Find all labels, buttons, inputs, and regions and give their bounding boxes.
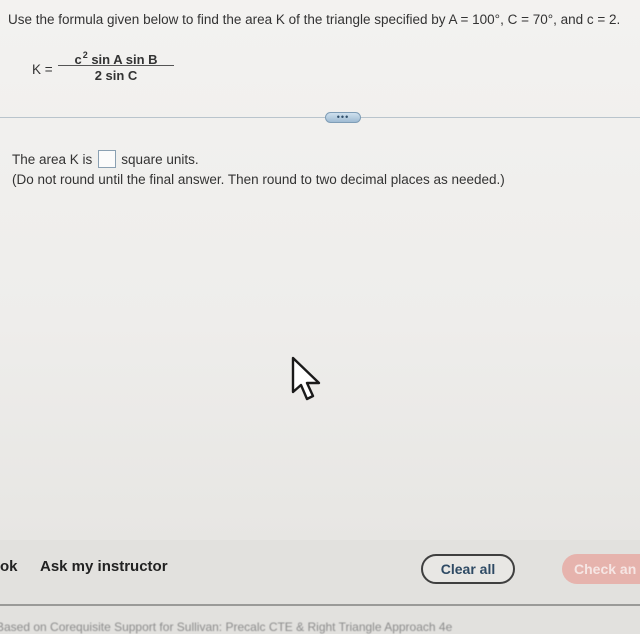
formula-numerator: c2 sin A sin B [58,46,174,67]
clear-all-button[interactable]: Clear all [421,554,515,584]
formula-lhs: K = [32,62,53,77]
answer-suffix: square units. [121,151,199,167]
check-answer-button[interactable]: Check an [562,554,640,584]
formula-denominator: 2 sin C [94,68,138,83]
expand-more-button[interactable]: ••• [325,112,361,123]
mouse-pointer-icon [291,356,321,401]
based-on-text: Based on Corequisite Support for Sulliva… [0,620,453,634]
section-divider [0,117,640,118]
rounding-note: (Do not round until the final answer. Th… [12,172,505,187]
numerator-rest: sin A sin B [87,52,158,67]
formula-fraction: c2 sin A sin B 2 sin C [58,46,174,84]
answer-line: The area K is square units. [12,150,199,168]
footer-bar: ok Ask my instructor Clear all Check an … [0,540,640,634]
ask-instructor-link[interactable]: Ask my instructor [40,558,168,575]
numerator-c: c [74,52,82,67]
question-text: Use the formula given below to find the … [8,12,621,27]
footer-divider [0,604,640,606]
answer-prefix: The area K is [12,151,93,167]
question-panel: Use the formula given below to find the … [0,0,640,540]
footer-left-link[interactable]: ok [0,558,18,575]
answer-input[interactable] [98,150,117,168]
